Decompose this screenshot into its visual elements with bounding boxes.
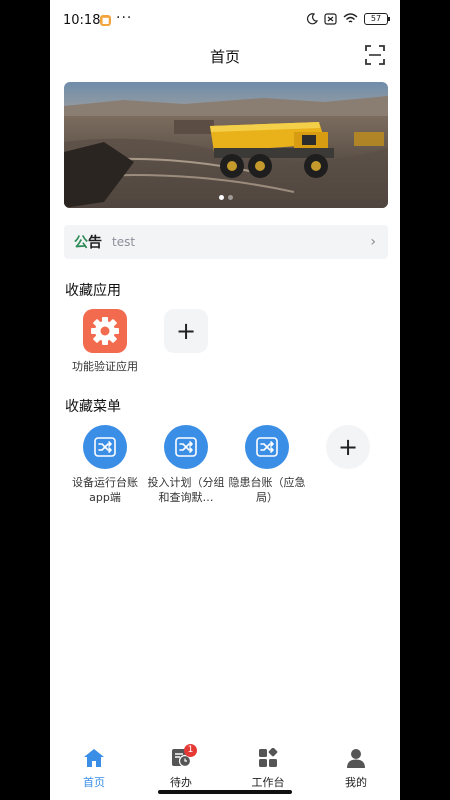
home-icon xyxy=(84,749,104,767)
plus-icon[interactable]: + xyxy=(326,425,370,469)
tab-home[interactable]: 首页 xyxy=(64,748,124,790)
add-menu-tile[interactable]: + xyxy=(308,425,388,469)
home-indicator[interactable] xyxy=(158,790,292,794)
banner-image xyxy=(64,82,388,208)
notice-bar[interactable]: 公告 test › xyxy=(64,225,388,259)
tab-profile[interactable]: 我的 xyxy=(326,748,386,790)
status-time: 10:18 xyxy=(63,13,101,28)
tab-todo[interactable]: 1 待办 xyxy=(151,744,211,790)
app-tile-feature-test[interactable]: 功能验证应用 xyxy=(65,309,145,374)
menu-tile-equipment-ledger[interactable]: 设备运行台账app端 xyxy=(65,425,145,505)
shuffle-icon xyxy=(83,425,127,469)
add-app-tile[interactable]: + xyxy=(146,309,226,353)
grid-icon xyxy=(259,747,278,767)
plus-icon[interactable]: + xyxy=(164,309,208,353)
carousel-dot[interactable] xyxy=(228,195,233,200)
wifi-icon xyxy=(343,13,358,23)
phone-screen: 10:18 ■ ··· 57 首页 公告 test › 收藏应用 功能验证应用 … xyxy=(50,0,400,800)
user-icon xyxy=(347,749,365,768)
tab-label: 首页 xyxy=(83,776,105,789)
favorite-apps-title: 收藏应用 xyxy=(65,283,121,299)
tab-workbench[interactable]: 工作台 xyxy=(238,747,298,790)
page-header: 首页 xyxy=(50,40,400,74)
gear-icon xyxy=(83,309,127,353)
tab-label: 工作台 xyxy=(251,776,285,789)
menu-tile-hazard-ledger[interactable]: 隐患台账（应急局） xyxy=(227,425,307,505)
menu-tile-label: 隐患台账（应急局） xyxy=(228,476,306,504)
notice-text: test xyxy=(112,235,136,249)
tab-label: 我的 xyxy=(345,776,367,789)
page-title: 首页 xyxy=(209,48,240,66)
moon-icon xyxy=(306,13,318,25)
status-bar: 10:18 ■ ··· 57 xyxy=(50,0,400,40)
notification-app-icon: ■ xyxy=(100,15,111,26)
more-notifications-icon: ··· xyxy=(116,10,133,26)
chevron-right-icon: › xyxy=(370,234,376,250)
status-icons: 57 xyxy=(306,13,390,25)
battery-level: 57 xyxy=(370,14,382,23)
menu-tile-label: 投入计划（分组和查询默… xyxy=(147,476,225,504)
shuffle-icon xyxy=(245,425,289,469)
todo-badge: 1 xyxy=(184,744,197,757)
carousel-indicator[interactable] xyxy=(64,195,388,200)
carousel-dot[interactable] xyxy=(219,195,224,200)
banner-carousel[interactable] xyxy=(64,82,388,208)
menu-tile-investment-plan[interactable]: 投入计划（分组和查询默… xyxy=(146,425,226,505)
notice-label: 公告 xyxy=(74,235,102,251)
app-tile-label: 功能验证应用 xyxy=(72,360,138,373)
menu-tile-label: 设备运行台账app端 xyxy=(72,476,138,504)
battery-icon: 57 xyxy=(364,13,390,25)
shuffle-icon xyxy=(164,425,208,469)
scan-icon[interactable] xyxy=(364,44,386,66)
favorite-menus-title: 收藏菜单 xyxy=(65,399,121,415)
tab-label: 待办 xyxy=(170,776,192,789)
sim-off-icon xyxy=(324,13,337,25)
bottom-tab-bar: 首页 1 待办 工作台 我的 xyxy=(50,742,400,800)
